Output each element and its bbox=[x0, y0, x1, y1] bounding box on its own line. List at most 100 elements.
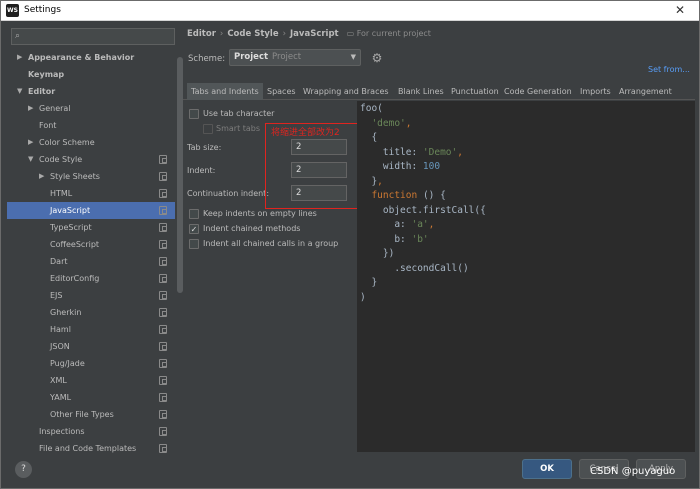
sidebar-item-yaml[interactable]: YAML bbox=[7, 389, 175, 406]
sidebar-item-label: EditorConfig bbox=[50, 274, 100, 283]
code-line: 'demo', bbox=[371, 117, 412, 129]
sidebar-item-label: Other File Types bbox=[50, 410, 114, 419]
code-preview: foo( 'demo', { title: 'Demo', width: 100… bbox=[357, 101, 695, 452]
sidebar-item-keymap[interactable]: Keymap bbox=[7, 66, 175, 83]
code-line: } bbox=[360, 277, 378, 288]
sidebar-item-appearance-behavior[interactable]: ▶ Appearance & Behavior bbox=[7, 49, 175, 66]
code-line: }, bbox=[360, 175, 383, 187]
scheme-dropdown[interactable]: Project Project ▼ bbox=[229, 49, 361, 66]
sidebar-item-label: File and Code Templates bbox=[39, 444, 137, 453]
copy-icon bbox=[159, 155, 167, 164]
sidebar-item-label: JSON bbox=[50, 342, 70, 351]
sidebar-item-dart[interactable]: Dart bbox=[7, 253, 175, 270]
tab-size-label: Tab size: bbox=[187, 143, 222, 152]
tab-blank-lines[interactable]: Blank Lines bbox=[398, 83, 444, 100]
copy-icon bbox=[159, 444, 167, 453]
copy-icon bbox=[159, 257, 167, 266]
gear-icon[interactable]: ⚙ bbox=[369, 50, 385, 66]
sidebar-item-label: XML bbox=[50, 376, 67, 385]
set-from-link[interactable]: Set from... bbox=[648, 65, 690, 74]
ok-button[interactable]: OK bbox=[522, 459, 572, 479]
sidebar-item-inspections[interactable]: Inspections bbox=[7, 423, 175, 440]
expand-right-icon[interactable]: ▶ bbox=[28, 134, 36, 151]
project-icon: ▭ bbox=[346, 29, 357, 38]
tab-imports[interactable]: Imports bbox=[580, 83, 611, 100]
copy-icon bbox=[159, 223, 167, 232]
sidebar-item-other-file-types[interactable]: Other File Types bbox=[7, 406, 175, 423]
expand-right-icon[interactable]: ▶ bbox=[28, 100, 36, 117]
scheme-kind: Project bbox=[272, 52, 302, 62]
code-line: a: 'a', bbox=[360, 219, 435, 230]
tab-punctuation[interactable]: Punctuation bbox=[451, 83, 499, 100]
tab-arrangement[interactable]: Arrangement bbox=[619, 83, 672, 100]
sidebar-item-color-scheme[interactable]: ▶ Color Scheme bbox=[7, 134, 175, 151]
sidebar-item-general[interactable]: ▶ General bbox=[7, 100, 175, 117]
sidebar-item-label: JavaScript bbox=[50, 206, 91, 215]
sidebar-item-label: Style Sheets bbox=[50, 172, 100, 181]
sidebar-item-label: Color Scheme bbox=[39, 138, 95, 147]
sidebar-item-label: TypeScript bbox=[50, 223, 92, 232]
sidebar-item-javascript[interactable]: JavaScript bbox=[7, 202, 175, 219]
indent-all-chained-checkbox[interactable] bbox=[189, 239, 199, 249]
sidebar-item-editorconfig[interactable]: EditorConfig bbox=[7, 270, 175, 287]
copy-icon bbox=[159, 172, 167, 181]
indent-label: Indent: bbox=[187, 166, 216, 175]
sidebar-item-file-and-code-templates[interactable]: File and Code Templates bbox=[7, 440, 175, 457]
sidebar-item-ejs[interactable]: EJS bbox=[7, 287, 175, 304]
tab-wrapping-and-braces[interactable]: Wrapping and Braces bbox=[303, 83, 389, 100]
chevron-down-icon: ▼ bbox=[350, 53, 356, 61]
sidebar-item-font[interactable]: Font bbox=[7, 117, 175, 134]
sidebar-item-editor[interactable]: ▼ Editor bbox=[7, 83, 175, 100]
title-bar: WS Settings ✕ bbox=[1, 1, 699, 21]
scheme-name: Project bbox=[234, 52, 269, 62]
sidebar-item-html[interactable]: HTML bbox=[7, 185, 175, 202]
sidebar-item-style-sheets[interactable]: ▶ Style Sheets bbox=[7, 168, 175, 185]
sidebar-item-label: YAML bbox=[50, 393, 72, 402]
tab-tabs-and-indents[interactable]: Tabs and Indents bbox=[187, 83, 263, 100]
indent-all-chained-label: Indent all chained calls in a group bbox=[203, 239, 339, 248]
sidebar-item-typescript[interactable]: TypeScript bbox=[7, 219, 175, 236]
close-icon[interactable]: ✕ bbox=[667, 2, 693, 18]
keep-indents-empty-label: Keep indents on empty lines bbox=[203, 209, 317, 218]
copy-icon bbox=[159, 325, 167, 334]
breadcrumb-separator: › bbox=[219, 29, 224, 39]
help-icon[interactable]: ? bbox=[15, 461, 32, 478]
smart-tabs-checkbox[interactable] bbox=[203, 124, 213, 134]
indent-chained-checkbox[interactable]: ✓ bbox=[189, 224, 199, 234]
sidebar-item-label: EJS bbox=[50, 291, 63, 300]
code-line: width: 100 bbox=[360, 161, 441, 172]
scheme-label: Scheme: bbox=[188, 54, 226, 64]
sidebar-item-coffeescript[interactable]: CoffeeScript bbox=[7, 236, 175, 253]
sidebar-item-code-style[interactable]: ▼ Code Style bbox=[7, 151, 175, 168]
code-line: ) bbox=[360, 291, 366, 303]
sidebar-item-xml[interactable]: XML bbox=[7, 372, 175, 389]
breadcrumb-javascript: JavaScript bbox=[290, 29, 339, 39]
code-style-tabs: Tabs and Indents Spaces Wrapping and Bra… bbox=[183, 83, 695, 100]
tab-spaces[interactable]: Spaces bbox=[267, 83, 296, 100]
copy-icon bbox=[159, 308, 167, 317]
copy-icon bbox=[159, 206, 167, 215]
copy-icon bbox=[159, 410, 167, 419]
search-input[interactable]: ⌕ bbox=[11, 28, 175, 45]
expand-down-icon[interactable]: ▼ bbox=[17, 83, 25, 100]
settings-sidebar: ⌕ ▶ Appearance & Behavior Keymap ▼ Editor ▶ Ge… bbox=[7, 27, 183, 457]
sidebar-item-label: Font bbox=[39, 121, 57, 130]
project-scope-hint-text: For current project bbox=[356, 29, 431, 38]
webstorm-app-icon: WS bbox=[6, 4, 19, 17]
use-tab-character-checkbox[interactable] bbox=[189, 109, 199, 119]
watermark: CSDN @puyaguo bbox=[590, 466, 676, 477]
code-line: function () { bbox=[371, 190, 446, 201]
sidebar-item-pug-jade[interactable]: Pug/Jade bbox=[7, 355, 175, 372]
expand-down-icon[interactable]: ▼ bbox=[28, 151, 36, 168]
settings-tree: ▶ Appearance & Behavior Keymap ▼ Editor ▶ Gene… bbox=[7, 49, 175, 457]
project-scope-hint: ▭ For current project bbox=[347, 29, 431, 38]
sidebar-item-json[interactable]: JSON bbox=[7, 338, 175, 355]
tab-code-generation[interactable]: Code Generation bbox=[504, 83, 572, 100]
expand-right-icon[interactable]: ▶ bbox=[17, 49, 25, 66]
sidebar-item-haml[interactable]: Haml bbox=[7, 321, 175, 338]
keep-indents-empty-checkbox[interactable] bbox=[189, 209, 199, 219]
sidebar-item-gherkin[interactable]: Gherkin bbox=[7, 304, 175, 321]
copy-icon bbox=[159, 359, 167, 368]
expand-right-icon[interactable]: ▶ bbox=[39, 168, 47, 185]
sidebar-item-label: General bbox=[39, 104, 71, 113]
